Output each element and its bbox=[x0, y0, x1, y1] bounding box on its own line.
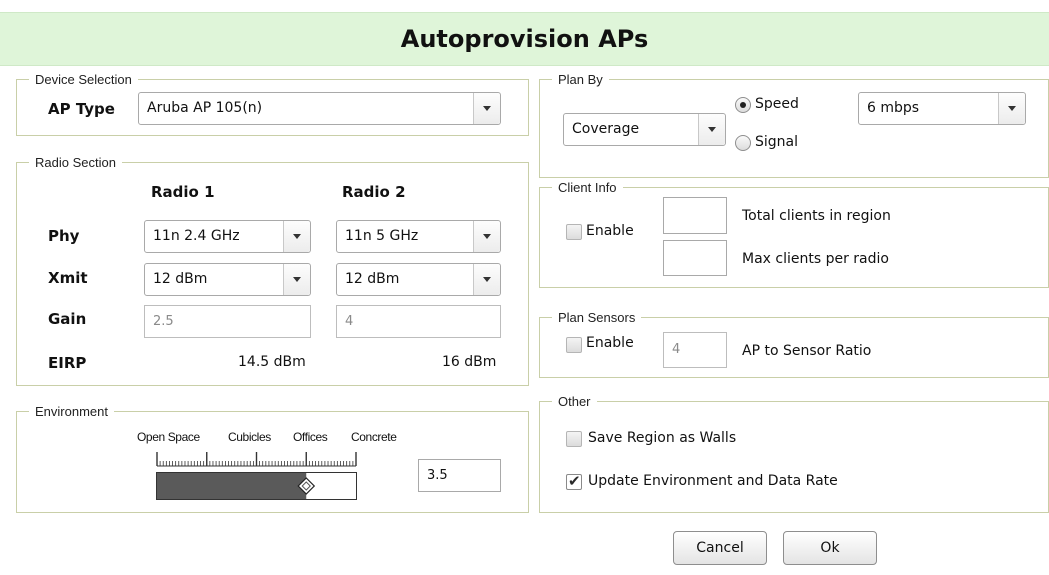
environment-value-input[interactable]: 3.5 bbox=[418, 459, 501, 492]
phy-label: Phy bbox=[48, 227, 80, 245]
ap-type-value: Aruba AP 105(n) bbox=[147, 100, 263, 116]
rate-value: 6 mbps bbox=[867, 100, 920, 116]
radio2-xmit-select[interactable]: 12 dBm bbox=[336, 263, 501, 296]
speed-radio[interactable] bbox=[735, 97, 751, 113]
speed-label: Speed bbox=[755, 96, 799, 112]
dialog-title: Autoprovision APs bbox=[0, 12, 1049, 66]
slider-fill bbox=[157, 473, 307, 499]
plan-by-legend: Plan By bbox=[558, 72, 603, 87]
radio1-header: Radio 1 bbox=[151, 183, 215, 201]
chevron-down-icon[interactable] bbox=[473, 93, 500, 124]
signal-label: Signal bbox=[755, 134, 799, 150]
radio2-phy-value: 11n 5 GHz bbox=[345, 228, 419, 244]
sensor-ratio-label: AP to Sensor Ratio bbox=[742, 343, 872, 359]
xmit-label: Xmit bbox=[48, 269, 88, 287]
radio2-gain-input[interactable]: 4 bbox=[336, 305, 501, 338]
chevron-down-icon[interactable] bbox=[998, 93, 1025, 124]
tick-label-open-space: Open Space bbox=[137, 430, 200, 444]
plan-sensors-legend: Plan Sensors bbox=[558, 310, 636, 325]
client-info-enable-label: Enable bbox=[586, 223, 634, 239]
tick-label-offices: Offices bbox=[293, 430, 328, 444]
chevron-down-icon[interactable] bbox=[283, 221, 310, 252]
chevron-down-icon[interactable] bbox=[473, 264, 500, 295]
tick-label-cubicles: Cubicles bbox=[228, 430, 271, 444]
save-walls-label: Save Region as Walls bbox=[588, 430, 737, 446]
client-info-enable-checkbox[interactable] bbox=[566, 224, 582, 240]
radio1-gain-input[interactable]: 2.5 bbox=[144, 305, 311, 338]
environment-slider[interactable] bbox=[152, 446, 362, 506]
max-clients-input[interactable] bbox=[663, 240, 727, 276]
plan-sensors-enable-label: Enable bbox=[586, 335, 634, 351]
radio1-xmit-select[interactable]: 12 dBm bbox=[144, 263, 311, 296]
radio2-xmit-value: 12 dBm bbox=[345, 271, 400, 287]
device-selection-legend: Device Selection bbox=[35, 72, 132, 87]
radio2-eirp-value: 16 dBm bbox=[442, 354, 497, 370]
radio1-phy-select[interactable]: 11n 2.4 GHz bbox=[144, 220, 311, 253]
total-clients-label: Total clients in region bbox=[742, 208, 891, 224]
client-info-legend: Client Info bbox=[558, 180, 617, 195]
radio1-phy-value: 11n 2.4 GHz bbox=[153, 228, 240, 244]
environment-legend: Environment bbox=[35, 404, 108, 419]
max-clients-label: Max clients per radio bbox=[742, 251, 889, 267]
plan-by-mode-value: Coverage bbox=[572, 121, 640, 137]
sensor-ratio-input[interactable]: 4 bbox=[663, 332, 727, 368]
tick-label-concrete: Concrete bbox=[351, 430, 397, 444]
cancel-button[interactable]: Cancel bbox=[673, 531, 767, 565]
radio2-phy-select[interactable]: 11n 5 GHz bbox=[336, 220, 501, 253]
chevron-down-icon[interactable] bbox=[283, 264, 310, 295]
ok-button[interactable]: Ok bbox=[783, 531, 877, 565]
ap-type-select[interactable]: Aruba AP 105(n) bbox=[138, 92, 501, 125]
radio2-header: Radio 2 bbox=[342, 183, 406, 201]
ap-type-label: AP Type bbox=[48, 100, 115, 118]
slider-ruler bbox=[156, 452, 357, 467]
update-env-label: Update Environment and Data Rate bbox=[588, 473, 838, 489]
radio1-xmit-value: 12 dBm bbox=[153, 271, 208, 287]
radio-section-legend: Radio Section bbox=[35, 155, 116, 170]
chevron-down-icon[interactable] bbox=[473, 221, 500, 252]
other-legend: Other bbox=[558, 394, 591, 409]
eirp-label: EIRP bbox=[48, 354, 87, 372]
save-walls-checkbox[interactable] bbox=[566, 431, 582, 447]
radio1-eirp-value: 14.5 dBm bbox=[238, 354, 306, 370]
update-env-checkbox[interactable] bbox=[566, 472, 582, 490]
plan-sensors-enable-checkbox[interactable] bbox=[566, 337, 582, 353]
plan-by-mode-select[interactable]: Coverage bbox=[563, 113, 726, 146]
gain-label: Gain bbox=[48, 310, 87, 328]
total-clients-input[interactable] bbox=[663, 197, 727, 234]
rate-select[interactable]: 6 mbps bbox=[858, 92, 1026, 125]
other-group: Other bbox=[539, 394, 1049, 513]
chevron-down-icon[interactable] bbox=[698, 114, 725, 145]
signal-radio[interactable] bbox=[735, 135, 751, 151]
